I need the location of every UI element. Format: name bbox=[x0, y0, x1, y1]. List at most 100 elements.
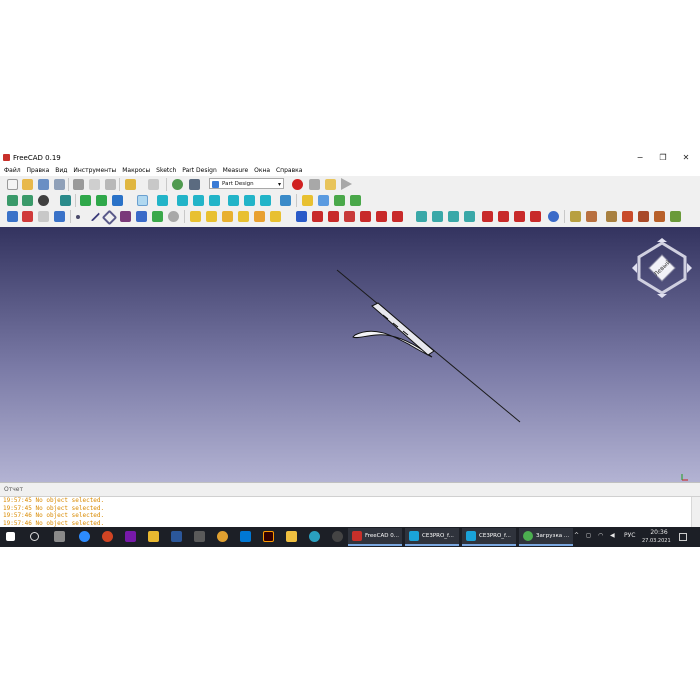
nav-arrow-up-icon[interactable] bbox=[657, 238, 667, 242]
powerpoint-icon[interactable] bbox=[102, 531, 113, 542]
language-indicator[interactable]: РУС bbox=[624, 531, 635, 541]
clock-date[interactable]: 27.03.2021 bbox=[642, 536, 671, 546]
right-view-icon[interactable] bbox=[209, 195, 220, 206]
arrow-left-icon[interactable] bbox=[80, 195, 91, 206]
tray-chevron-up-icon[interactable]: ^ bbox=[574, 531, 579, 541]
taskbar-app-freecad[interactable]: FreeCAD 0... bbox=[348, 528, 402, 546]
clone-icon[interactable] bbox=[168, 211, 179, 222]
volume-icon[interactable]: ◀ bbox=[610, 531, 615, 541]
redo-icon[interactable] bbox=[148, 179, 159, 190]
fit-selection-icon[interactable] bbox=[22, 195, 33, 206]
polar-pattern-icon[interactable] bbox=[448, 211, 459, 222]
minimize-button[interactable]: − bbox=[632, 152, 648, 164]
menu-tools[interactable]: Инструменты bbox=[73, 166, 116, 176]
save-icon[interactable] bbox=[38, 179, 49, 190]
pocket-icon[interactable] bbox=[296, 211, 307, 222]
refresh-icon[interactable] bbox=[172, 179, 183, 190]
maximize-button[interactable]: ❐ bbox=[655, 152, 671, 164]
create-sketch-icon[interactable] bbox=[22, 211, 33, 222]
measure-toggle-icon[interactable] bbox=[638, 211, 649, 222]
arrow-right-icon[interactable] bbox=[96, 195, 107, 206]
local-coordinate-system-icon[interactable] bbox=[120, 211, 131, 222]
measure-refresh-icon[interactable] bbox=[606, 211, 617, 222]
measure-toggle-delta-icon[interactable] bbox=[670, 211, 681, 222]
store-icon[interactable] bbox=[194, 531, 205, 542]
draft-icon[interactable] bbox=[514, 211, 525, 222]
execute-macro-icon[interactable] bbox=[341, 178, 352, 190]
notifications-icon[interactable] bbox=[679, 533, 687, 541]
navigation-cube[interactable]: Левый bbox=[629, 235, 695, 301]
subtractive-primitive-icon[interactable] bbox=[392, 211, 403, 222]
measure-toggle-3d-icon[interactable] bbox=[654, 211, 665, 222]
linear-pattern-icon[interactable] bbox=[432, 211, 443, 222]
file-explorer-icon[interactable] bbox=[148, 531, 159, 542]
taskbar-app-chrome[interactable]: Загрузка ... bbox=[519, 528, 573, 546]
additive-helix-icon[interactable] bbox=[254, 211, 265, 222]
nav-arrow-left-icon[interactable] bbox=[632, 263, 637, 273]
edge-icon[interactable] bbox=[309, 531, 320, 542]
illustrator-icon[interactable] bbox=[263, 531, 274, 542]
app-m-icon[interactable] bbox=[286, 531, 297, 542]
nav-arrow-right-icon[interactable] bbox=[687, 263, 692, 273]
taskbar-app-cura-1[interactable]: CE3PRO_f... bbox=[405, 528, 459, 546]
subtractive-pipe-icon[interactable] bbox=[360, 211, 371, 222]
subtractive-helix-icon[interactable] bbox=[376, 211, 387, 222]
shape-binder-icon[interactable] bbox=[136, 211, 147, 222]
chamfer-icon[interactable] bbox=[498, 211, 509, 222]
media-app-icon[interactable] bbox=[332, 531, 343, 542]
subshape-binder-icon[interactable] bbox=[152, 211, 163, 222]
word-icon[interactable] bbox=[171, 531, 182, 542]
stop-macro-icon[interactable] bbox=[309, 179, 320, 190]
menu-part-design[interactable]: Part Design bbox=[182, 166, 216, 176]
part-edge[interactable] bbox=[371, 302, 435, 356]
menu-view[interactable]: Вид bbox=[55, 166, 67, 176]
top-view-icon[interactable] bbox=[193, 195, 204, 206]
left-view-icon[interactable] bbox=[260, 195, 271, 206]
measure-linear-icon[interactable] bbox=[570, 211, 581, 222]
create-part-icon[interactable] bbox=[302, 195, 313, 206]
rear-view-icon[interactable] bbox=[228, 195, 239, 206]
open-folder-icon[interactable] bbox=[22, 179, 33, 190]
mirrored-icon[interactable] bbox=[416, 211, 427, 222]
datum-line-icon[interactable] bbox=[86, 208, 101, 222]
additive-primitive-icon[interactable] bbox=[270, 211, 281, 222]
whats-this-icon[interactable] bbox=[189, 179, 200, 190]
task-view-icon[interactable] bbox=[54, 531, 65, 542]
hole-icon[interactable] bbox=[312, 211, 323, 222]
save-as-icon[interactable] bbox=[54, 179, 65, 190]
3d-viewport[interactable]: Левый bbox=[0, 227, 700, 482]
menu-file[interactable]: Файл bbox=[4, 166, 21, 176]
measure-clear-icon[interactable] bbox=[622, 211, 633, 222]
groove-icon[interactable] bbox=[328, 211, 339, 222]
menu-windows[interactable]: Окна bbox=[254, 166, 270, 176]
menu-edit[interactable]: Правка bbox=[27, 166, 50, 176]
multi-transform-icon[interactable] bbox=[464, 211, 475, 222]
measure-angular-icon[interactable] bbox=[586, 211, 597, 222]
link-icon[interactable] bbox=[334, 195, 345, 206]
network-icon[interactable]: ◻ bbox=[586, 531, 591, 541]
zoom-app-icon[interactable] bbox=[79, 531, 90, 542]
datum-plane-icon[interactable] bbox=[101, 209, 118, 226]
draw-style-icon[interactable] bbox=[38, 195, 49, 206]
front-view-icon[interactable] bbox=[177, 195, 188, 206]
copy-icon[interactable] bbox=[89, 179, 100, 190]
onenote-icon[interactable] bbox=[125, 531, 136, 542]
isometric-view-icon[interactable] bbox=[157, 195, 168, 206]
revolution-icon[interactable] bbox=[206, 211, 217, 222]
measure-distance-icon[interactable] bbox=[280, 195, 291, 206]
create-group-icon[interactable] bbox=[318, 195, 329, 206]
undo-icon[interactable] bbox=[125, 179, 136, 190]
menu-macros[interactable]: Макросы bbox=[122, 166, 150, 176]
thickness-icon[interactable] bbox=[530, 211, 541, 222]
report-scrollbar[interactable] bbox=[691, 497, 700, 528]
outlook-icon[interactable] bbox=[240, 531, 251, 542]
cut-icon[interactable] bbox=[73, 179, 84, 190]
workbench-selector[interactable]: Part Design ▾ bbox=[209, 178, 284, 189]
menu-help[interactable]: Справка bbox=[276, 166, 302, 176]
additive-loft-icon[interactable] bbox=[222, 211, 233, 222]
pad-icon[interactable] bbox=[190, 211, 201, 222]
close-button[interactable]: ✕ bbox=[678, 152, 694, 164]
check-geometry-icon[interactable] bbox=[54, 211, 65, 222]
paste-icon[interactable] bbox=[105, 179, 116, 190]
macros-dialog-icon[interactable] bbox=[325, 179, 336, 190]
